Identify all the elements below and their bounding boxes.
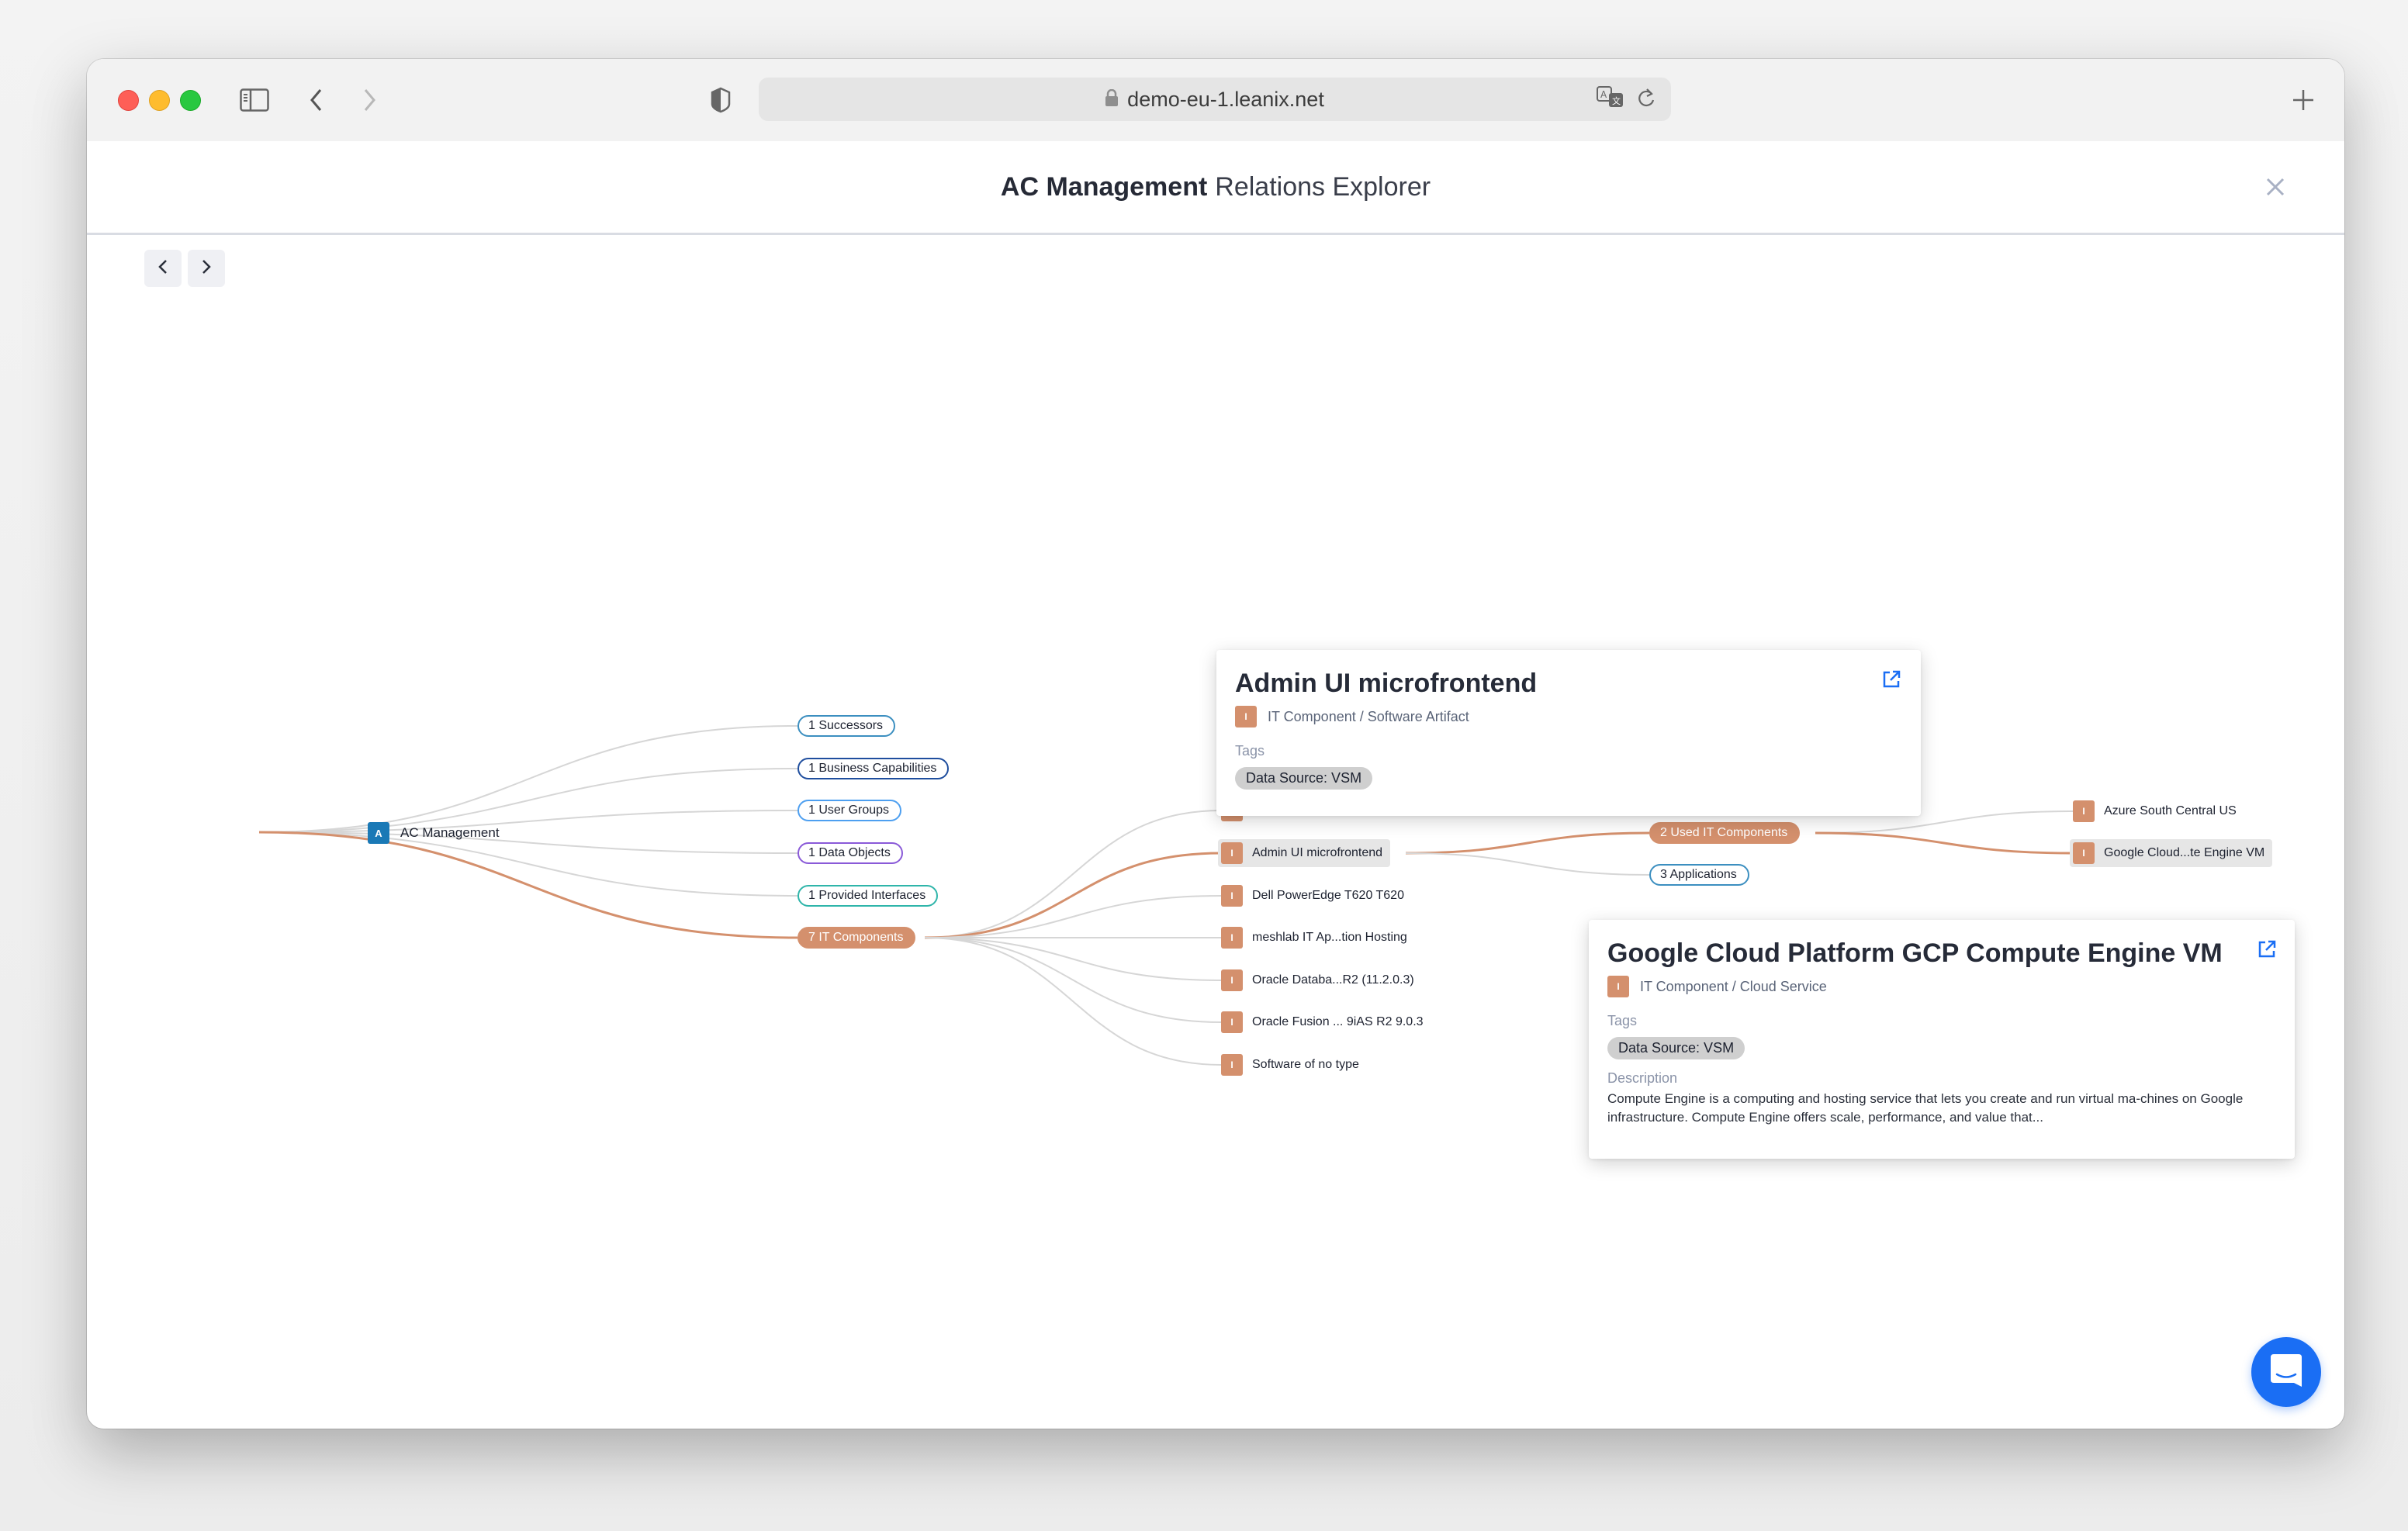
relation-group-pill[interactable]: 1 Business Capabilities <box>797 758 950 779</box>
chat-icon <box>2269 1353 2303 1392</box>
tag-chip[interactable]: Data Source: VSM <box>1607 1037 1745 1059</box>
browser-window: demo-eu-1.leanix.net A文 AC Management Re… <box>87 59 2344 1429</box>
popover-title: Google Cloud Platform GCP Compute Engine… <box>1607 938 2223 968</box>
it-component-node[interactable]: Imeshlab IT Ap...tion Hosting <box>1218 924 1415 952</box>
it-component-label: Google Cloud...te Engine VM <box>2104 846 2265 859</box>
it-component-edge <box>924 895 1222 938</box>
relation-group-pill[interactable]: 1 Successors <box>797 715 896 737</box>
it-component-badge: I <box>1221 927 1243 949</box>
second-level-edge <box>1405 852 1650 876</box>
root-edge <box>258 831 798 854</box>
it-component-edge <box>924 937 1222 1066</box>
it-component-badge: I <box>1221 969 1243 991</box>
used-it-edge <box>1815 831 2074 855</box>
it-component-edge <box>924 937 1222 981</box>
relation-group-pill[interactable]: 2 Used IT Components <box>1649 822 1801 844</box>
popover-title: Admin UI microfrontend <box>1235 669 1538 698</box>
it-component-node[interactable]: I Oracle Databa...R2 (11.2.0.3) <box>1218 966 1422 994</box>
popover-gcp-vm: Google Cloud Platform GCP Compute Engine… <box>1589 920 2295 1159</box>
it-component-label: meshlab IT Ap...tion Hosting <box>1252 931 1407 944</box>
root-edge <box>258 768 798 833</box>
tags-label: Tags <box>1235 743 1265 759</box>
it-component-node[interactable]: I Oracle Fusion ... 9iAS R2 9.0.3 <box>1218 1008 1431 1036</box>
description-text: Compute Engine is a computing and hostin… <box>1607 1091 2244 1125</box>
it-component-label: Admin UI microfrontend <box>1252 846 1383 859</box>
second-level-edge <box>1405 831 1650 855</box>
it-component-badge: I <box>1235 706 1257 727</box>
external-link-icon[interactable] <box>2256 938 2278 960</box>
it-component-edge <box>924 852 1222 939</box>
tags-label: Tags <box>1607 1013 1638 1028</box>
it-component-edge <box>924 810 1222 938</box>
relation-group-pill[interactable]: 1 Data Objects <box>797 842 903 864</box>
it-component-label: Azure South Central US <box>2104 804 2237 817</box>
popover-type: I IT Component / Cloud Service <box>1607 976 2276 997</box>
tag-chip[interactable]: Data Source: VSM <box>1235 767 1373 790</box>
it-component-label: Dell PowerEdge T620 T620 <box>1252 889 1404 902</box>
root-edge <box>258 725 798 833</box>
it-component-badge: I <box>1221 1011 1243 1033</box>
application-badge: A <box>368 822 389 844</box>
external-link-icon[interactable] <box>1880 669 1902 690</box>
graph-edges <box>258 725 2074 1066</box>
description-label: Description <box>1607 1070 1678 1086</box>
root-node-label: AC Management <box>400 825 500 840</box>
root-node[interactable]: A AC Management <box>368 821 500 845</box>
it-component-label: Oracle Fusion ... 9iAS R2 9.0.3 <box>1252 1015 1424 1028</box>
used-it-component-node[interactable]: I Google Cloud...te Engine VM <box>2070 839 2273 867</box>
used-it-component-node[interactable]: I Azure South Central US <box>2070 797 2244 825</box>
root-edge <box>258 831 798 939</box>
chat-button[interactable] <box>2251 1337 2321 1407</box>
it-component-edge <box>924 937 1222 1023</box>
relation-group-pill[interactable]: 1 Provided Interfaces <box>797 885 939 907</box>
popover-type-label: IT Component / Cloud Service <box>1640 978 1827 994</box>
popover-type-label: IT Component / Software Artifact <box>1268 708 1469 724</box>
it-component-badge: I <box>1607 976 1629 997</box>
relation-group-pill[interactable]: 3 Applications <box>1649 864 1749 886</box>
popover-type: I IT Component / Software Artifact <box>1235 706 1902 727</box>
it-component-badge: I <box>1221 1054 1243 1076</box>
relation-group-pill[interactable]: 7 IT Components <box>797 927 916 949</box>
it-component-badge: I <box>1221 842 1243 864</box>
it-component-node[interactable]: I Software of no type <box>1218 1051 1367 1079</box>
it-component-badge: I <box>1221 885 1243 907</box>
it-component-badge: I <box>2073 842 2095 864</box>
root-edge <box>258 810 798 833</box>
relations-graph: A AC Management 1 Successors 1 Business C… <box>87 59 2344 1429</box>
it-component-node[interactable]: I Dell PowerEdge T620 T620 <box>1218 882 1412 910</box>
relation-group-pill[interactable]: 1 User Groups <box>797 800 902 821</box>
it-component-badge: I <box>2073 800 2095 822</box>
root-edge <box>258 831 798 897</box>
it-component-label: Software of no type <box>1252 1058 1359 1071</box>
it-component-label: Oracle Databa...R2 (11.2.0.3) <box>1252 973 1414 987</box>
it-component-node[interactable]: I Admin UI microfrontend <box>1218 839 1391 867</box>
popover-admin-ui: Admin UI microfrontend I IT Component / … <box>1216 650 1921 816</box>
